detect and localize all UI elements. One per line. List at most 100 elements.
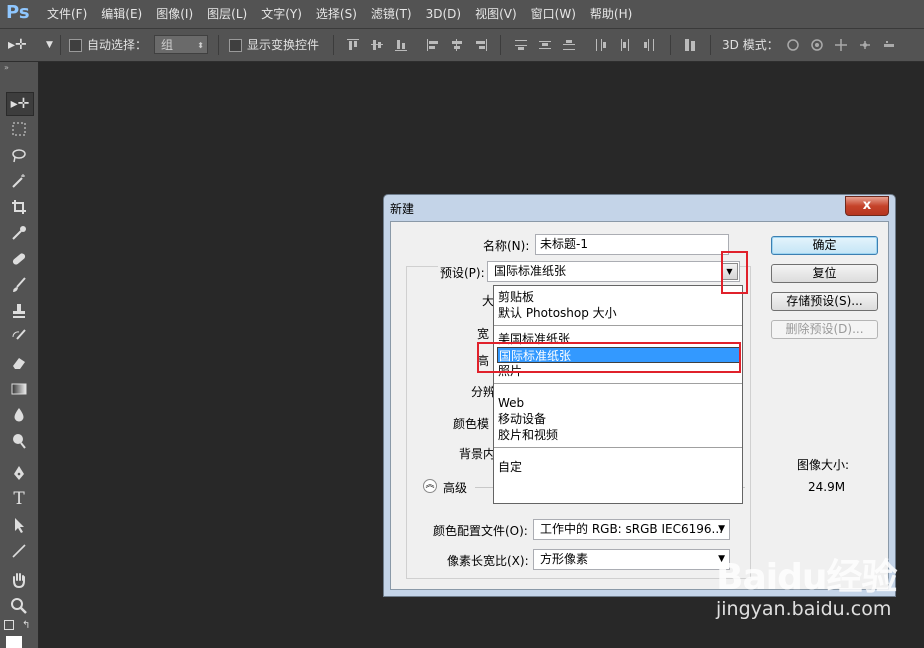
align-left-icon[interactable] <box>426 38 440 52</box>
menu-layer[interactable]: 图层(L) <box>200 0 254 28</box>
distribute-vcenter-icon[interactable] <box>538 38 552 52</box>
menu-3d[interactable]: 3D(D) <box>419 0 468 28</box>
menu-edit[interactable]: 编辑(E) <box>94 0 149 28</box>
eyedropper-icon[interactable] <box>6 222 32 244</box>
preset-label: 预设(P): <box>438 264 487 281</box>
dropdown-arrow-icon[interactable]: ▼ <box>721 263 738 280</box>
preset-option-photo[interactable]: 照片 <box>497 363 742 379</box>
3d-rotate-icon[interactable] <box>786 38 800 52</box>
zoom-tool-icon[interactable] <box>6 595 32 617</box>
gradient-tool-icon[interactable] <box>6 378 32 400</box>
divider <box>500 35 501 55</box>
menu-image[interactable]: 图像(I) <box>149 0 200 28</box>
new-document-dialog: 新建 x 名称(N): 未标题-1 预设(P): 国际标准纸张 ▼ 大 宽 高 … <box>383 194 896 597</box>
save-preset-button[interactable]: 存储预设(S)... <box>771 292 878 311</box>
menu-type[interactable]: 文字(Y) <box>254 0 309 28</box>
divider <box>60 35 61 55</box>
align-vcenter-icon[interactable] <box>370 38 384 52</box>
auto-align-icon[interactable] <box>683 38 697 52</box>
preset-option-film[interactable]: 胶片和视频 <box>497 427 742 443</box>
align-hcenter-icon[interactable] <box>450 38 464 52</box>
3d-roll-icon[interactable] <box>810 38 824 52</box>
updown-arrow-icon: ⬍ <box>197 41 204 50</box>
menu-help[interactable]: 帮助(H) <box>583 0 639 28</box>
watermark-site: jingyan.baidu.com <box>716 598 892 620</box>
divider <box>218 35 219 55</box>
menu-filter[interactable]: 滤镜(T) <box>364 0 419 28</box>
auto-select-dropdown[interactable]: 组 ⬍ <box>154 35 208 54</box>
height-label: 高 <box>477 354 490 368</box>
photoshop-logo: Ps <box>6 2 30 23</box>
preset-option-mobile[interactable]: 移动设备 <box>497 411 742 427</box>
distribute-right-icon[interactable] <box>642 38 656 52</box>
pixel-aspect-dropdown[interactable]: 方形像素 ▼ <box>533 549 730 570</box>
baidu-watermark: Baidu经验 jingyan.baidu.com <box>716 548 897 620</box>
3d-scale-icon[interactable] <box>882 38 896 52</box>
pixel-aspect-label: 像素长宽比(X): <box>447 554 529 568</box>
preset-option-intl-paper[interactable]: 国际标准纸张 <box>497 347 741 363</box>
align-top-icon[interactable] <box>346 38 360 52</box>
move-tool-icon[interactable]: ▸✛ <box>6 92 34 116</box>
preset-dropdown[interactable]: 国际标准纸张 ▼ <box>487 261 740 282</box>
list-divider <box>494 383 742 384</box>
crop-tool-icon[interactable] <box>6 196 32 218</box>
path-select-icon[interactable] <box>6 514 32 536</box>
type-tool-icon[interactable]: T <box>6 488 32 510</box>
eraser-icon[interactable] <box>6 352 32 374</box>
dialog-body: 名称(N): 未标题-1 预设(P): 国际标准纸张 ▼ 大 宽 高 分辨 颜色… <box>390 221 889 590</box>
menu-window[interactable]: 窗口(W) <box>524 0 583 28</box>
distribute-hcenter-icon[interactable] <box>618 38 632 52</box>
menu-bar: Ps 文件(F) 编辑(E) 图像(I) 图层(L) 文字(Y) 选择(S) 滤… <box>0 0 924 29</box>
collapse-advanced-icon[interactable]: ︽ <box>423 479 437 493</box>
move-tool-preset-icon[interactable]: ▸✛ <box>8 29 27 61</box>
line-tool-icon[interactable] <box>6 540 32 562</box>
distribute-left-icon[interactable] <box>594 38 608 52</box>
default-colors-icon[interactable] <box>4 620 14 630</box>
pen-tool-icon[interactable] <box>6 462 32 484</box>
dialog-title: 新建 <box>390 202 415 216</box>
auto-select-checkbox[interactable] <box>69 39 82 52</box>
divider <box>670 35 671 55</box>
hand-tool-icon[interactable] <box>6 569 32 591</box>
color-profile-dropdown[interactable]: 工作中的 RGB: sRGB IEC6196... ▼ <box>533 519 730 540</box>
dodge-tool-icon[interactable] <box>6 430 32 452</box>
preset-option-custom[interactable]: 自定 <box>497 459 742 475</box>
menu-select[interactable]: 选择(S) <box>309 0 364 28</box>
ok-button[interactable]: 确定 <box>771 236 878 255</box>
show-transform-checkbox[interactable] <box>229 39 242 52</box>
name-input[interactable]: 未标题-1 <box>535 234 729 255</box>
preset-option-us-paper[interactable]: 美国标准纸张 <box>497 331 742 347</box>
name-label: 名称(N): <box>483 239 530 253</box>
close-button[interactable]: x <box>845 196 889 216</box>
collapse-icon[interactable]: » <box>4 63 9 72</box>
chevron-down-icon[interactable]: ▼ <box>46 29 53 61</box>
magic-wand-icon[interactable] <box>6 170 32 192</box>
clone-stamp-icon[interactable] <box>6 300 32 322</box>
healing-brush-icon[interactable] <box>6 248 32 270</box>
toolbox: » ▸✛ T ↰ <box>0 62 39 648</box>
swap-colors-icon[interactable]: ↰ <box>22 620 30 631</box>
show-transform-label: 显示变换控件 <box>247 38 320 52</box>
foreground-color-swatch[interactable] <box>6 636 22 648</box>
resolution-label: 分辨 <box>471 385 496 399</box>
color-mode-label: 颜色模 <box>453 417 490 431</box>
lasso-tool-icon[interactable] <box>6 144 32 166</box>
distribute-top-icon[interactable] <box>514 38 528 52</box>
history-brush-icon[interactable] <box>6 326 32 348</box>
preset-option-web[interactable]: Web <box>497 395 742 411</box>
align-right-icon[interactable] <box>474 38 488 52</box>
menu-file[interactable]: 文件(F) <box>40 0 94 28</box>
preset-option-default[interactable]: 默认 Photoshop 大小 <box>497 305 742 321</box>
3d-slide-icon[interactable] <box>858 38 872 52</box>
align-bottom-icon[interactable] <box>394 38 408 52</box>
menu-view[interactable]: 视图(V) <box>468 0 524 28</box>
delete-preset-button[interactable]: 删除预设(D)... <box>771 320 878 339</box>
3d-mode-label: 3D 模式： <box>722 38 779 52</box>
reset-button[interactable]: 复位 <box>771 264 878 283</box>
distribute-bottom-icon[interactable] <box>562 38 576 52</box>
brush-tool-icon[interactable] <box>6 274 32 296</box>
blur-tool-icon[interactable] <box>6 404 32 426</box>
preset-option-clipboard[interactable]: 剪贴板 <box>497 289 742 305</box>
marquee-tool-icon[interactable] <box>6 118 32 140</box>
3d-pan-icon[interactable] <box>834 38 848 52</box>
